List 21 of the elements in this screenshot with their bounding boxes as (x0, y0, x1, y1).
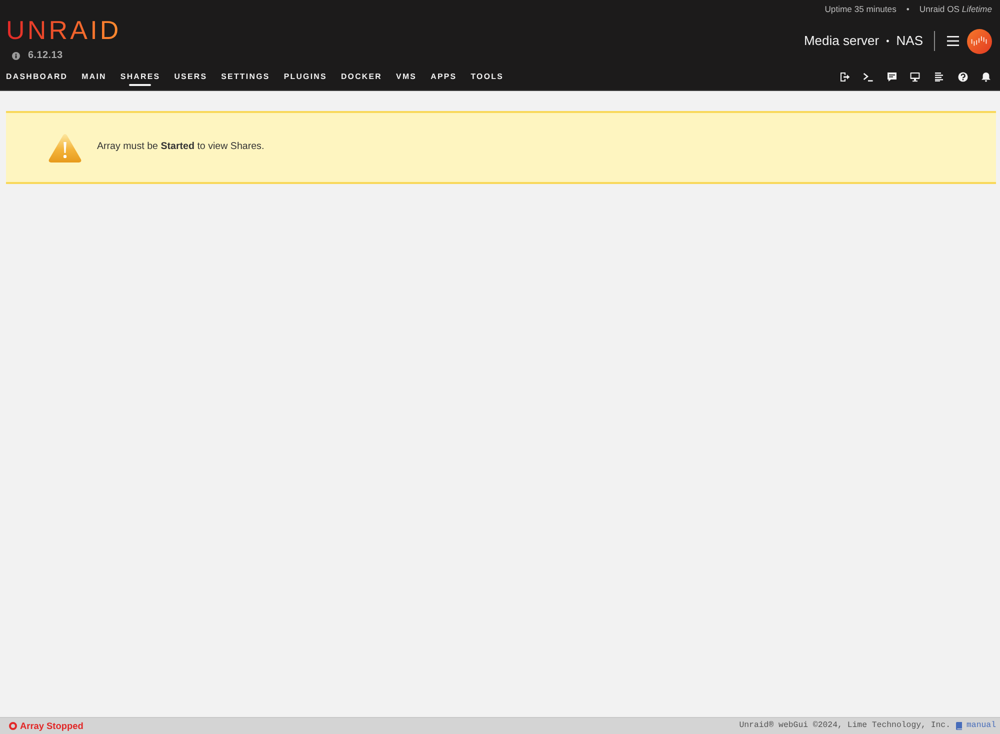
server-avatar-icon[interactable] (967, 28, 992, 54)
logout-icon (840, 72, 850, 82)
monitor-icon (910, 72, 920, 82)
server-name: Media server (804, 32, 880, 50)
version-link[interactable]: 6.12.13 (28, 50, 63, 62)
info-icon[interactable] (12, 52, 20, 60)
notice-text: Array must be Started to view Shares. (97, 140, 264, 154)
bell-icon (981, 72, 992, 82)
terminal-icon (863, 72, 874, 82)
menu-icon[interactable] (947, 36, 959, 46)
server-description: NAS (896, 32, 923, 50)
separator-dot: • (886, 35, 890, 48)
copyright-text: Unraid® webGui ©2024, Lime Technology, Inc. (739, 720, 951, 732)
separator-dot: • (906, 3, 910, 16)
document-lines-icon (934, 72, 944, 82)
message-icon (886, 72, 897, 82)
uptime-text: Uptime 35 minutes (824, 3, 896, 16)
help-icon (958, 72, 968, 82)
license-text: Unraid OS Lifetime (919, 3, 992, 16)
book-icon (956, 722, 962, 730)
array-status-text: Array Stopped (20, 720, 84, 733)
